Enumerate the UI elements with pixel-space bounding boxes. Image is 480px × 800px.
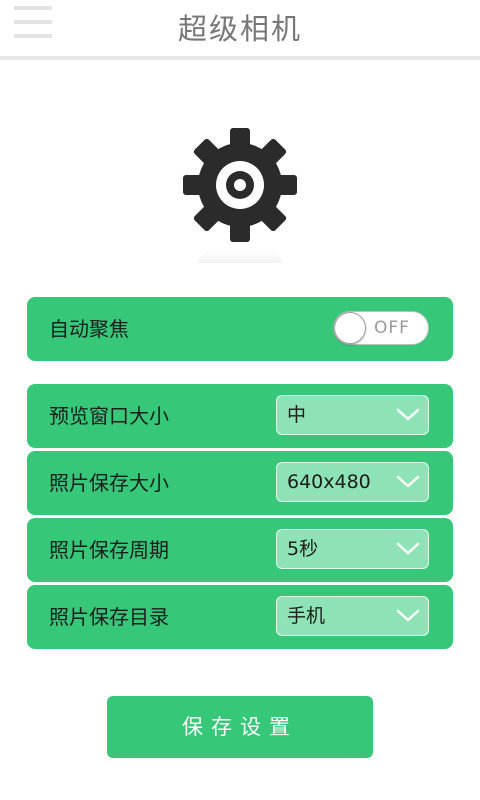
save-period-row: 照片保存周期 5秒 [27,518,453,582]
chevron-down-icon [396,475,420,488]
header-bar: 超级相机 [0,0,480,60]
page-title: 超级相机 [177,12,302,46]
chevron-down-icon [396,609,420,622]
gear-icon [180,120,300,280]
preview-size-label: 预览窗口大小 [49,404,169,428]
autofocus-row: 自动聚焦 OFF [27,297,453,361]
toggle-knob [334,312,366,344]
save-settings-button[interactable]: 保存设置 [107,696,373,758]
preview-size-value: 中 [287,404,307,426]
save-directory-select[interactable]: 手机 [276,596,429,636]
save-period-value: 5秒 [287,538,319,560]
save-directory-value: 手机 [287,605,326,627]
save-directory-row: 照片保存目录 手机 [27,585,453,649]
photo-size-value: 640x480 [287,471,371,493]
save-period-label: 照片保存周期 [49,538,169,562]
toggle-state-text: OFF [374,318,410,338]
photo-size-label: 照片保存大小 [49,471,169,495]
chevron-down-icon [396,542,420,555]
save-directory-label: 照片保存目录 [49,605,169,629]
save-period-select[interactable]: 5秒 [276,529,429,569]
autofocus-label: 自动聚焦 [49,317,129,341]
autofocus-toggle[interactable]: OFF [333,311,429,345]
chevron-down-icon [396,408,420,421]
preview-size-row: 预览窗口大小 中 [27,384,453,448]
photo-size-select[interactable]: 640x480 [276,462,429,502]
photo-size-row: 照片保存大小 640x480 [27,451,453,515]
app-screen: 超级相机 自动聚焦 OFF 预览窗口大小 中 照片保存大小 640x480 照片… [0,0,480,800]
preview-size-select[interactable]: 中 [276,395,429,435]
